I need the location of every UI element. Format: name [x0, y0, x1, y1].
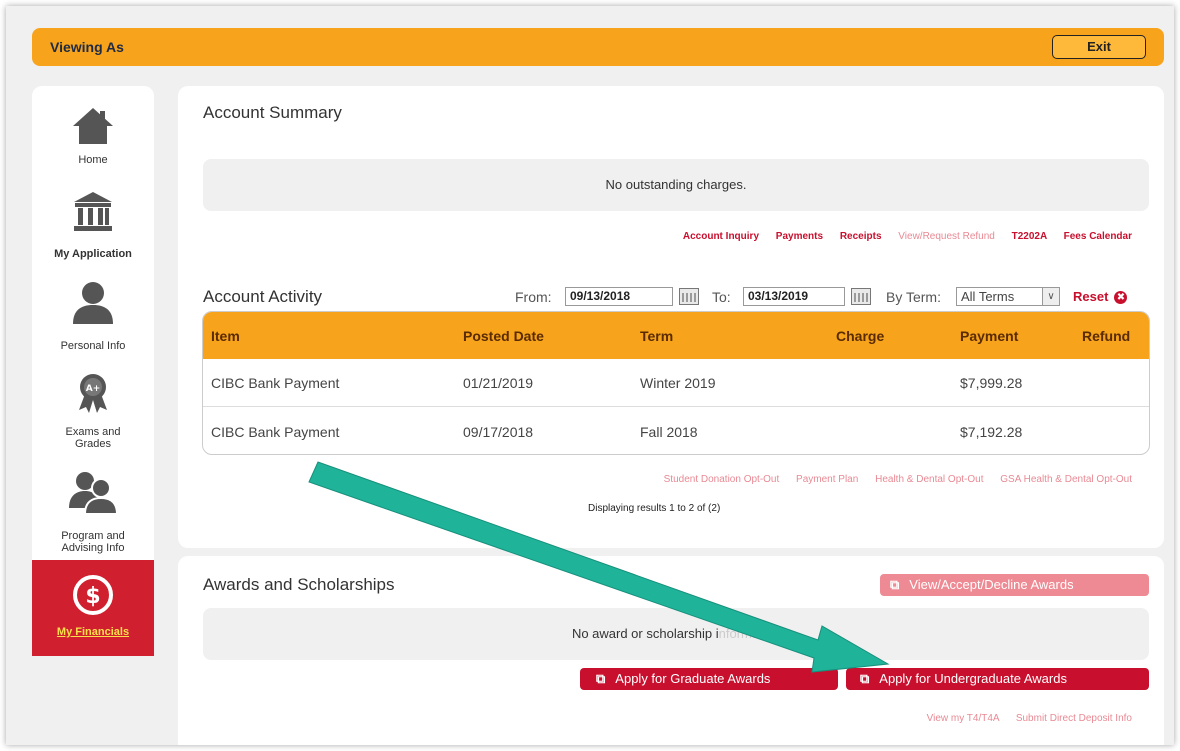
reset-label: Reset	[1073, 289, 1109, 304]
external-link-icon: ⧉	[596, 671, 606, 686]
sidebar-item-exams-grades[interactable]: A+ Exams and Grades	[32, 372, 154, 460]
home-icon	[73, 108, 113, 144]
table-header: Item Posted Date Term Charge Payment Ref…	[203, 312, 1149, 359]
term-select-value: All Terms	[961, 289, 1015, 304]
outstanding-charges-box: No outstanding charges.	[203, 159, 1149, 211]
cell-posted-date: 01/21/2019	[463, 375, 534, 391]
calendar-icon[interactable]	[679, 288, 699, 305]
sidebar-item-label: Personal Info	[60, 340, 126, 352]
column-header-term: Term	[640, 328, 674, 344]
payments-link[interactable]: Payments	[776, 231, 823, 242]
sidebar-item-label: Home	[78, 154, 108, 166]
account-activity-title: Account Activity	[203, 287, 323, 306]
account-activity-table: Item Posted Date Term Charge Payment Ref…	[202, 311, 1150, 455]
from-label: From:	[515, 289, 552, 305]
sidebar-item-label: My Financials	[56, 626, 130, 638]
term-select[interactable]: All Terms ∨	[956, 287, 1060, 306]
payment-plan-link[interactable]: Payment Plan	[796, 474, 858, 485]
column-header-posted-date: Posted Date	[463, 328, 544, 344]
fees-calendar-link[interactable]: Fees Calendar	[1064, 231, 1132, 242]
account-summary-links: Account Inquiry Payments Receipts View/R…	[669, 231, 1132, 242]
health-dental-opt-out-link[interactable]: Health & Dental Opt-Out	[875, 474, 983, 485]
account-inquiry-link[interactable]: Account Inquiry	[683, 231, 759, 242]
dollar-icon: $	[73, 575, 113, 615]
calendar-icon[interactable]	[851, 288, 871, 305]
institution-icon	[74, 192, 112, 231]
awards-message: No award or scholarship i	[571, 626, 719, 641]
sidebar-item-program-advising[interactable]: Program and Advising Info	[32, 470, 154, 562]
apply-graduate-awards-label: Apply for Graduate Awards	[615, 671, 771, 686]
to-label: To:	[712, 289, 731, 305]
sidebar-item-label: Exams and Grades	[65, 426, 121, 450]
to-date-input[interactable]: 03/13/2019	[743, 287, 845, 306]
outstanding-charges-message: No outstanding charges.	[605, 177, 747, 192]
view-request-refund-link[interactable]: View/Request Refund	[898, 231, 995, 242]
external-link-icon: ⧉	[860, 671, 870, 686]
sidebar-nav: Home My Application Personal Info A+ Exa…	[32, 86, 154, 656]
column-header-refund: Refund	[1082, 328, 1131, 344]
submit-direct-deposit-link[interactable]: Submit Direct Deposit Info	[1016, 713, 1132, 724]
award-ribbon-icon: A+	[79, 374, 107, 413]
cell-item: CIBC Bank Payment	[211, 375, 340, 391]
column-header-payment: Payment	[960, 328, 1019, 344]
apply-graduate-awards-button[interactable]: ⧉ Apply for Graduate Awards	[580, 668, 838, 690]
cell-term: Fall 2018	[640, 424, 698, 440]
results-count-text: Displaying results 1 to 2 of (2)	[588, 503, 721, 514]
from-date-input[interactable]: 09/13/2018	[565, 287, 673, 306]
chevron-down-icon: ∨	[1042, 287, 1060, 306]
cell-payment: $7,192.28	[960, 424, 1023, 440]
exit-button[interactable]: Exit	[1052, 35, 1146, 59]
sidebar-item-label: Program and Advising Info	[61, 530, 125, 554]
view-t4-t4a-link[interactable]: View my T4/T4A	[927, 713, 999, 724]
close-icon: ✖	[1114, 291, 1128, 304]
sidebar-item-my-financials[interactable]: $ My Financials	[32, 560, 154, 656]
person-icon	[73, 282, 113, 324]
column-header-charge: Charge	[836, 328, 885, 344]
external-link-icon: ⧉	[890, 577, 900, 592]
view-accept-decline-awards-button[interactable]: ⧉ View/Accept/Decline Awards	[880, 574, 1149, 596]
t2202a-link[interactable]: T2202A	[1012, 231, 1047, 242]
gsa-health-dental-opt-out-link[interactable]: GSA Health & Dental Opt-Out	[1000, 474, 1132, 485]
awards-info-box: No award or scholarship information	[203, 608, 1149, 660]
svg-text:A+: A+	[86, 384, 101, 394]
table-row: CIBC Bank Payment 09/17/2018 Fall 2018 $…	[203, 408, 1149, 454]
table-row: CIBC Bank Payment 01/21/2019 Winter 2019…	[203, 359, 1149, 407]
view-accept-decline-awards-label: View/Accept/Decline Awards	[909, 577, 1074, 592]
sidebar-item-personal-info[interactable]: Personal Info	[32, 280, 154, 360]
sidebar-item-my-application[interactable]: My Application	[32, 190, 154, 272]
awards-title: Awards and Scholarships	[203, 575, 395, 594]
receipts-link[interactable]: Receipts	[840, 231, 882, 242]
svg-text:$: $	[85, 584, 100, 609]
viewing-as-label: Viewing As	[50, 39, 124, 55]
cell-term: Winter 2019	[640, 375, 716, 391]
sidebar-item-home[interactable]: Home	[32, 104, 154, 196]
awards-footer-links: View my T4/T4A Submit Direct Deposit Inf…	[913, 713, 1132, 724]
reset-button[interactable]: Reset ✖	[1073, 289, 1128, 304]
cell-payment: $7,999.28	[960, 375, 1023, 391]
apply-undergraduate-awards-label: Apply for Undergraduate Awards	[879, 671, 1067, 686]
apply-undergraduate-awards-button[interactable]: ⧉ Apply for Undergraduate Awards	[846, 668, 1149, 690]
awards-message-faded: nformation	[718, 626, 781, 641]
people-icon	[69, 472, 118, 514]
viewing-as-bar: Viewing As Exit	[32, 28, 1164, 66]
account-summary-title: Account Summary	[203, 103, 342, 122]
column-header-item: Item	[211, 328, 240, 344]
sidebar-item-label: My Application	[54, 248, 132, 260]
student-donation-opt-out-link[interactable]: Student Donation Opt-Out	[664, 474, 780, 485]
account-activity-links: Student Donation Opt-Out Payment Plan He…	[650, 474, 1132, 485]
by-term-label: By Term:	[886, 289, 941, 305]
cell-item: CIBC Bank Payment	[211, 424, 340, 440]
cell-posted-date: 09/17/2018	[463, 424, 534, 440]
